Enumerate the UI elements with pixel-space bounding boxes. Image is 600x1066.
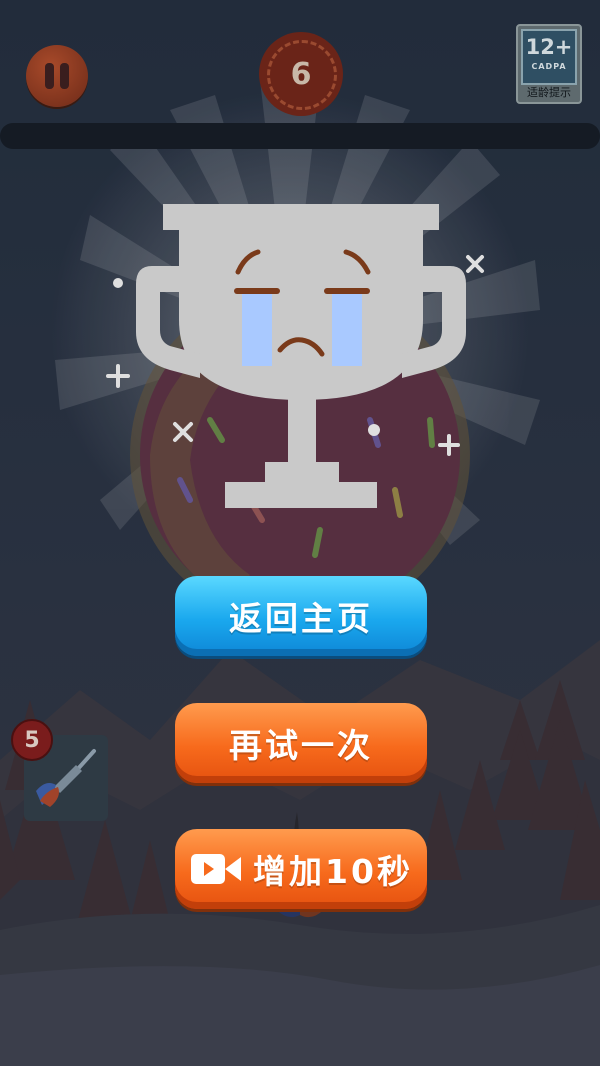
- dart-count-badge: 5: [11, 719, 53, 761]
- age-rating-caption: 适龄提示: [527, 86, 571, 99]
- video-camera-icon: [191, 854, 242, 884]
- retry-button[interactable]: 再试一次: [175, 703, 427, 783]
- game-over-screen: 6 12+ CADPA 适龄提示 返回主页 再试一次 增加10秒 5: [0, 0, 600, 1066]
- pause-button[interactable]: [26, 45, 88, 107]
- home-button-label: 返回主页: [229, 599, 373, 638]
- add-time-button[interactable]: 增加10秒: [175, 829, 427, 909]
- age-rating-number: 12+: [525, 35, 573, 59]
- timer-value: 6: [290, 56, 312, 92]
- level-progress-bar: [0, 123, 600, 149]
- add-time-button-label: 增加10秒: [253, 852, 413, 891]
- dart-count-value: 5: [24, 727, 40, 753]
- crying-trophy-icon: [136, 204, 466, 508]
- retry-button-label: 再试一次: [229, 726, 373, 765]
- pause-icon: [45, 63, 54, 89]
- age-rating-code: CADPA: [531, 62, 567, 71]
- countdown-timer: 6: [259, 32, 343, 116]
- age-rating-badge: 12+ CADPA 适龄提示: [516, 24, 582, 104]
- home-button[interactable]: 返回主页: [175, 576, 427, 656]
